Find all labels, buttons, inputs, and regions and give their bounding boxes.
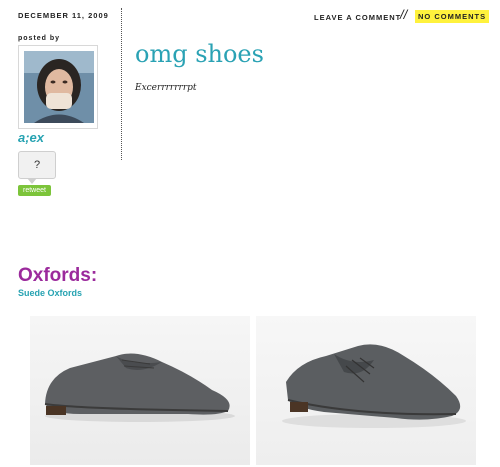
shoe-photo-side <box>44 353 235 422</box>
comment-count-bubble[interactable]: ? <box>18 151 56 184</box>
no-comments-link[interactable]: NO COMMENTS <box>415 10 490 23</box>
retweet-button[interactable]: retweet <box>18 185 51 196</box>
leave-comment-link[interactable]: LEAVE A COMMENT <box>314 13 401 22</box>
post-excerpt: Excerrrrrrrpt <box>135 83 197 93</box>
author-avatar[interactable] <box>18 45 98 129</box>
shoe-image-angle[interactable] <box>256 316 476 465</box>
vertical-divider <box>121 8 122 160</box>
post-title[interactable]: omg shoes <box>135 40 264 68</box>
post-date: DECEMBER 11, 2009 <box>18 11 109 20</box>
suede-oxfords-link[interactable]: Suede Oxfords <box>18 288 82 298</box>
posted-by-label: posted by <box>18 35 61 42</box>
shoe-image-side[interactable] <box>30 316 250 465</box>
section-heading: Oxfords: <box>18 265 98 286</box>
shoe-photo-angle <box>282 344 466 428</box>
author-link[interactable]: a;ex <box>18 130 44 145</box>
separator-slashes: // <box>400 7 408 22</box>
avatar-photo <box>24 51 94 123</box>
